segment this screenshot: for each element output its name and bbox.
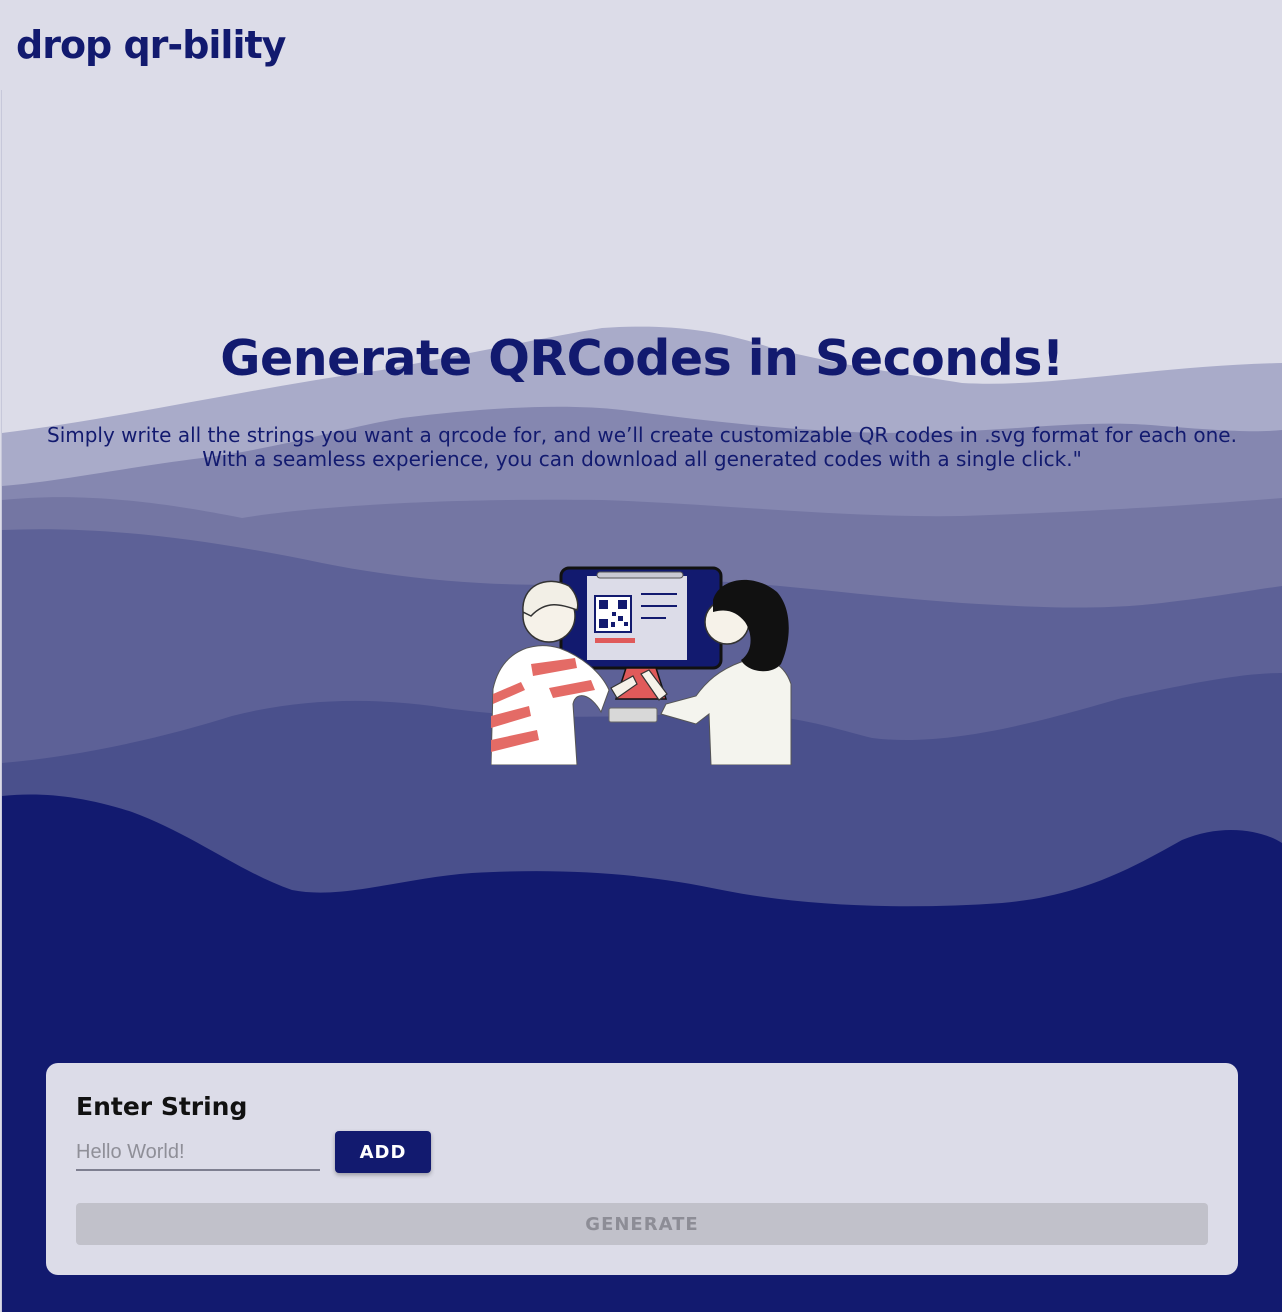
- hero-description: Simply write all the strings you want a …: [47, 423, 1237, 471]
- top-bar: drop qr-bility: [0, 0, 1282, 90]
- hero-title: Generate QRCodes in Seconds!: [220, 330, 1064, 387]
- people-with-qr-monitor-illustration: [491, 566, 792, 765]
- string-entry-card: Enter String ADD GENERATE: [46, 1063, 1238, 1275]
- string-input[interactable]: [76, 1135, 320, 1171]
- brand-logo[interactable]: drop qr-bility: [16, 22, 286, 68]
- keyboard: [608, 707, 658, 723]
- enter-string-label: Enter String: [76, 1092, 248, 1121]
- hero-section: Generate QRCodes in Seconds! Simply writ…: [1, 88, 1282, 1312]
- generate-button[interactable]: GENERATE: [76, 1203, 1208, 1245]
- qr-code-icon: [594, 595, 632, 633]
- page: drop qr-bility Generate QRCodes in Secon…: [0, 0, 1282, 1312]
- add-button[interactable]: ADD: [335, 1131, 431, 1173]
